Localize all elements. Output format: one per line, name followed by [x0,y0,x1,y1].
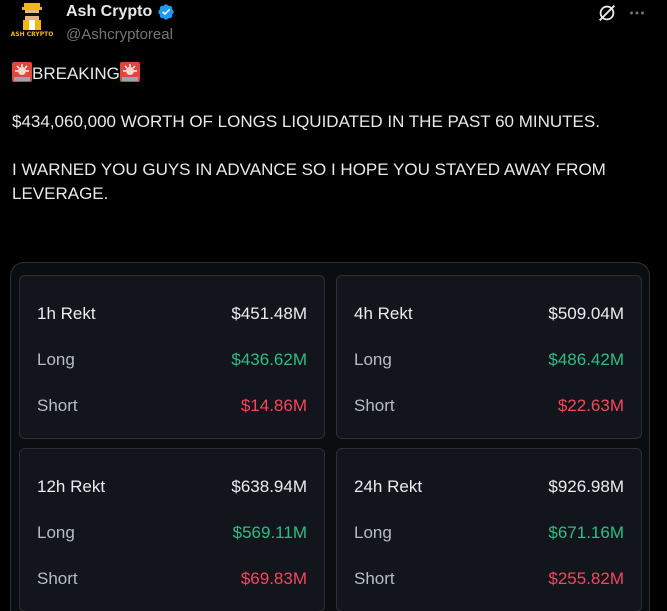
rekt-title: 12h Rekt [37,477,106,496]
rekt-short-row: Short $14.86M [37,396,307,420]
rekt-total-row: 24h Rekt $926.98M [354,477,624,501]
rekt-title: 1h Rekt [37,304,96,323]
siren-emoji-icon [119,62,140,82]
rekt-long-row: Long $486.42M [354,350,624,374]
tweet-paragraph-1: $434,060,000 WORTH OF LONGS LIQUIDATED I… [12,112,600,131]
short-value: $14.86M [240,396,307,415]
avatar-label: ASH CRYPTO [10,31,54,38]
rekt-long-row: Long $569.11M [37,523,307,547]
rekt-total-value: $509.04M [548,304,624,323]
tweet-media-image[interactable]: 1h Rekt $451.48M Long $436.62M Short $14… [10,262,650,611]
short-label: Short [37,396,78,415]
rekt-card-4h: 4h Rekt $509.04M Long $486.42M Short $22… [336,275,642,439]
grok-icon[interactable] [596,2,618,24]
long-value: $436.62M [231,350,307,369]
long-value: $486.42M [548,350,624,369]
author-name[interactable]: Ash Crypto [66,3,152,21]
tweet-headline: BREAKING [32,64,120,83]
short-value: $255.82M [548,569,624,588]
rekt-total-value: $926.98M [548,477,624,496]
rekt-total-row: 12h Rekt $638.94M [37,477,307,501]
author-handle[interactable]: @Ashcryptoreal [66,26,173,43]
tweet-body: BREAKING $434,060,000 WORTH OF LONGS LIQU… [12,62,642,206]
long-label: Long [354,523,392,542]
rekt-short-row: Short $255.82M [354,569,624,593]
rekt-short-row: Short $22.63M [354,396,624,420]
rekt-total-value: $638.94M [231,477,307,496]
rekt-short-row: Short $69.83M [37,569,307,593]
author-name-row: Ash Crypto [66,3,175,21]
rekt-card-1h: 1h Rekt $451.48M Long $436.62M Short $14… [19,275,325,439]
more-icon[interactable] [626,2,648,24]
long-label: Long [37,523,75,542]
rekt-long-row: Long $436.62M [37,350,307,374]
short-label: Short [37,569,78,588]
rekt-card-24h: 24h Rekt $926.98M Long $671.16M Short $2… [336,448,642,611]
avatar[interactable]: ASH CRYPTO [8,0,56,44]
long-value: $569.11M [232,523,307,542]
tweet-header: ASH CRYPTO Ash Crypto @Ashcryptoreal [0,0,667,56]
long-value: $671.16M [548,523,624,542]
long-label: Long [37,350,75,369]
short-label: Short [354,569,395,588]
rekt-card-12h: 12h Rekt $638.94M Long $569.11M Short $6… [19,448,325,611]
short-value: $69.83M [240,569,307,588]
siren-emoji-icon [12,62,32,82]
short-label: Short [354,396,395,415]
rekt-total-row: 1h Rekt $451.48M [37,304,307,328]
long-label: Long [354,350,392,369]
rekt-total-value: $451.48M [231,304,307,323]
short-value: $22.63M [557,396,624,415]
tweet-headline-line: BREAKING [12,62,642,86]
verified-badge-icon [158,4,174,20]
rekt-title: 24h Rekt [354,477,423,496]
rekt-title: 4h Rekt [354,304,413,323]
tweet-paragraph-2: I WARNED YOU GUYS IN ADVANCE SO I HOPE Y… [12,160,611,203]
rekt-total-row: 4h Rekt $509.04M [354,304,624,328]
rekt-long-row: Long $671.16M [354,523,624,547]
